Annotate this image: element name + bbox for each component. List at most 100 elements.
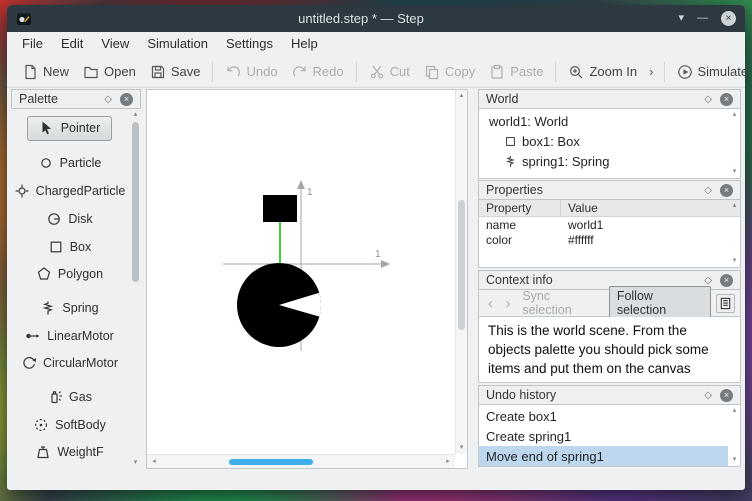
float-panel-icon[interactable]: ◇ bbox=[704, 185, 712, 196]
tree-item-world1[interactable]: world1: World bbox=[479, 111, 728, 131]
scroll-down-icon[interactable]: ▾ bbox=[456, 443, 467, 453]
simulate-play-icon bbox=[677, 64, 692, 79]
context-toolbar: ‹ › Sync selection Follow selection bbox=[478, 286, 741, 320]
sync-selection-button[interactable]: Sync selection bbox=[519, 289, 604, 317]
shade-icon[interactable]: ▾ bbox=[678, 13, 684, 24]
follow-selection-button[interactable]: Follow selection bbox=[608, 286, 712, 320]
new-button[interactable]: New bbox=[15, 61, 76, 83]
app-icon bbox=[17, 13, 31, 25]
menu-view[interactable]: View bbox=[92, 32, 138, 56]
context-text: This is the world scene. From the object… bbox=[478, 317, 741, 383]
scroll-right-icon[interactable]: ▸ bbox=[442, 455, 454, 469]
palette-item-circularmotor[interactable]: CircularMotor bbox=[21, 352, 118, 374]
tree-item-box1[interactable]: box1: Box bbox=[479, 131, 728, 151]
scrollbar-thumb[interactable] bbox=[458, 200, 465, 330]
undo-button[interactable]: Undo bbox=[218, 61, 284, 83]
palette-item-spring[interactable]: Spring bbox=[40, 297, 99, 319]
float-panel-icon[interactable]: ◇ bbox=[704, 390, 712, 401]
toolbar-overflow-chevron-icon[interactable]: › bbox=[644, 62, 658, 81]
properties-scrollbar[interactable]: ▴ ▾ bbox=[729, 200, 740, 267]
palette-item-label: Disk bbox=[68, 211, 93, 226]
forward-arrow-icon[interactable]: › bbox=[502, 296, 515, 311]
pointer-cursor-icon bbox=[42, 121, 51, 135]
palette-item-chargedparticle[interactable]: ChargedParticle bbox=[14, 180, 126, 202]
float-panel-icon[interactable]: ◇ bbox=[704, 94, 712, 105]
save-button[interactable]: Save bbox=[143, 61, 208, 83]
world-scrollbar[interactable]: ▴ ▾ bbox=[729, 109, 740, 178]
scene-view[interactable]: 1 1 bbox=[147, 90, 455, 454]
canvas-horizontal-scrollbar[interactable]: ◂ ▸ bbox=[147, 454, 455, 468]
float-panel-icon[interactable]: ◇ bbox=[104, 94, 112, 105]
back-arrow-icon[interactable]: ‹ bbox=[484, 296, 497, 311]
palette-item-label: ChargedParticle bbox=[35, 184, 126, 199]
palette-item-particle[interactable]: Particle bbox=[38, 153, 101, 175]
scrollbar-thumb[interactable] bbox=[132, 122, 139, 282]
scroll-up-icon[interactable]: ▴ bbox=[456, 91, 467, 101]
palette-item-disk[interactable]: Disk bbox=[46, 208, 93, 230]
circular-motor-icon bbox=[23, 357, 36, 369]
close-panel-icon[interactable]: × bbox=[720, 183, 733, 197]
close-panel-icon[interactable]: × bbox=[720, 273, 733, 287]
titlebar[interactable]: untitled.step * — Step ▾ — × bbox=[7, 5, 745, 32]
paste-button[interactable]: Paste bbox=[482, 61, 550, 83]
menu-settings[interactable]: Settings bbox=[217, 32, 282, 56]
redo-icon bbox=[292, 65, 306, 76]
tree-item-spring1[interactable]: spring1: Spring bbox=[479, 151, 728, 171]
scroll-up-icon[interactable]: ▴ bbox=[729, 110, 740, 120]
context-document-button[interactable] bbox=[716, 293, 735, 313]
menu-simulation[interactable]: Simulation bbox=[138, 32, 217, 56]
property-row-name[interactable]: name world1 bbox=[479, 217, 740, 232]
palette-item-pointer[interactable]: Pointer bbox=[26, 116, 113, 141]
palette-item-linearmotor[interactable]: LinearMotor bbox=[25, 325, 114, 347]
menu-file[interactable]: File bbox=[13, 32, 52, 56]
step-window: untitled.step * — Step ▾ — × File Edit V… bbox=[7, 5, 748, 490]
copy-icon bbox=[425, 65, 438, 79]
undo-item-create-spring1[interactable]: Create spring1 bbox=[479, 426, 728, 446]
palette-item-polygon[interactable]: Polygon bbox=[36, 263, 103, 285]
property-row-color[interactable]: color #ffffff bbox=[479, 232, 740, 247]
palette-scrollbar[interactable]: ▴ ▾ bbox=[130, 109, 141, 469]
menu-edit[interactable]: Edit bbox=[52, 32, 92, 56]
scene-canvas[interactable]: 1 1 ▴ ▾ ◂ ▸ bbox=[146, 89, 468, 469]
toolbar-separator bbox=[555, 61, 557, 82]
scroll-down-icon[interactable]: ▾ bbox=[729, 455, 740, 465]
undo-item-move-end-of-spring1[interactable]: Move end of spring1 bbox=[479, 446, 728, 466]
palette-item-gas[interactable]: Gas bbox=[47, 386, 92, 408]
simulate-button[interactable]: Simulate bbox=[670, 61, 752, 83]
palette-title: Palette bbox=[19, 92, 58, 106]
close-panel-icon[interactable]: × bbox=[120, 92, 133, 106]
palette-item-softbody[interactable]: SoftBody bbox=[33, 414, 106, 436]
scrollbar-thumb[interactable] bbox=[229, 459, 313, 465]
scroll-down-icon[interactable]: ▾ bbox=[729, 256, 740, 266]
palette-item-label: Polygon bbox=[57, 267, 104, 282]
open-button[interactable]: Open bbox=[76, 61, 143, 83]
zoom-in-button[interactable]: Zoom In bbox=[561, 61, 644, 83]
minimize-icon[interactable]: — bbox=[697, 13, 708, 24]
column-value[interactable]: Value bbox=[561, 201, 598, 215]
cut-button[interactable]: Cut bbox=[362, 61, 417, 83]
copy-button[interactable]: Copy bbox=[417, 61, 482, 83]
close-panel-icon[interactable]: × bbox=[720, 388, 733, 402]
redo-button[interactable]: Redo bbox=[285, 61, 351, 83]
tree-item-label: world1: World bbox=[489, 113, 569, 129]
close-panel-icon[interactable]: × bbox=[720, 92, 733, 106]
undo-item-create-box1[interactable]: Create box1 bbox=[479, 406, 728, 426]
undo-scrollbar[interactable]: ▴ ▾ bbox=[729, 405, 740, 466]
palette-item-box[interactable]: Box bbox=[48, 236, 91, 258]
new-label: New bbox=[43, 64, 70, 79]
world-tree: world1: World box1: Box spring1: Spring … bbox=[478, 109, 741, 179]
box1-object[interactable] bbox=[263, 195, 297, 222]
menu-help[interactable]: Help bbox=[282, 32, 327, 56]
palette-item-weightforce[interactable]: WeightF bbox=[35, 441, 104, 463]
scroll-up-icon[interactable]: ▴ bbox=[729, 201, 740, 211]
scroll-left-icon[interactable]: ◂ bbox=[148, 455, 160, 469]
scroll-down-icon[interactable]: ▾ bbox=[130, 458, 141, 468]
close-icon[interactable]: × bbox=[721, 11, 736, 26]
float-panel-icon[interactable]: ◇ bbox=[704, 275, 712, 286]
properties-panel-header: Properties ◇ × bbox=[478, 180, 741, 200]
canvas-vertical-scrollbar[interactable]: ▴ ▾ bbox=[455, 90, 467, 454]
scroll-down-icon[interactable]: ▾ bbox=[729, 167, 740, 177]
scroll-up-icon[interactable]: ▴ bbox=[729, 406, 740, 416]
column-property[interactable]: Property bbox=[479, 200, 561, 216]
scroll-up-icon[interactable]: ▴ bbox=[130, 110, 141, 120]
